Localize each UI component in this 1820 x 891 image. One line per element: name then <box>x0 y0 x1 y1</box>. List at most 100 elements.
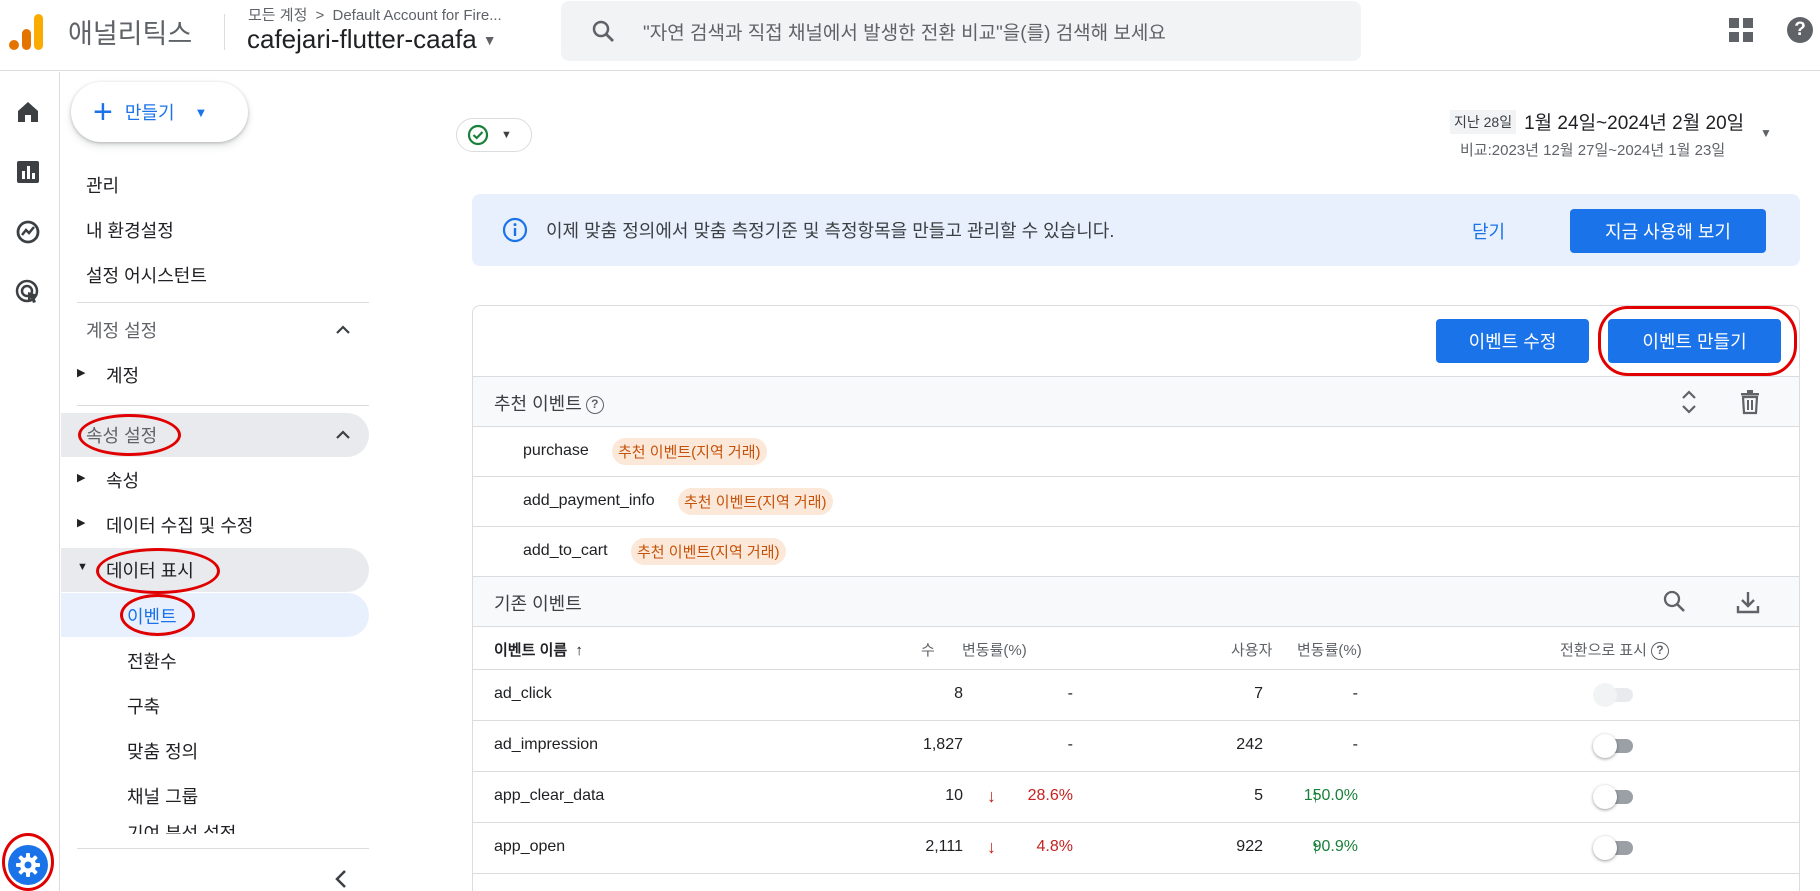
table-row[interactable]: app_clear_data 10 ↓ 28.6% 5 ↑ 150.0% <box>473 771 1799 822</box>
recommended-tag: 추천 이벤트(지역 거래) <box>678 488 833 515</box>
account-settings-label: 계정 설정 <box>86 321 158 341</box>
recommended-row[interactable]: add_payment_info 추천 이벤트(지역 거래) <box>473 476 1799 526</box>
nav-attribution-settings[interactable]: 기여 분석 설정 <box>127 820 236 834</box>
left-rail <box>0 72 60 891</box>
delete-icon[interactable] <box>1738 389 1762 415</box>
conversion-toggle[interactable] <box>1593 784 1633 810</box>
property-settings-section[interactable]: 속성 설정 <box>61 413 369 457</box>
breadcrumb[interactable]: 모든 계정 > Default Account for Fire... <box>248 4 502 25</box>
property-selector[interactable]: cafejari-flutter-caafa ▼ <box>247 24 497 55</box>
count-cell: 8 <box>954 685 963 702</box>
table-header-row: 이벤트 이름 ↑ 수 변동률(%) 사용자 변동률(%) 전환으로 표시? <box>473 626 1799 669</box>
banner-message: 이제 맞춤 정의에서 맞춤 측정기준 및 측정항목을 만들고 관리할 수 있습니… <box>546 221 1115 241</box>
nav-admin[interactable]: 관리 <box>86 172 119 198</box>
account-settings-section[interactable]: 계정 설정 <box>61 308 369 352</box>
recommended-event-name: add_to_cart <box>523 542 608 559</box>
collapse-chevron-icon[interactable] <box>331 867 351 891</box>
caret-down-icon: ▼ <box>77 561 88 573</box>
existing-events-header: 기존 이벤트 <box>473 576 1799 626</box>
event-name-cell[interactable]: app_clear_data <box>494 787 604 805</box>
home-icon[interactable] <box>14 98 42 126</box>
analytics-logo-icon[interactable] <box>8 12 44 52</box>
nav-audiences[interactable]: 구축 <box>127 693 160 719</box>
recommended-event-name: add_payment_info <box>523 492 655 509</box>
nav-conversions[interactable]: 전환수 <box>127 648 177 674</box>
nav-preferences[interactable]: 내 환경설정 <box>86 217 174 243</box>
date-range-text: 1월 24일~2024년 2월 20일 <box>1524 113 1745 134</box>
event-name-cell[interactable]: app_open <box>494 838 565 856</box>
nav-events[interactable]: 이벤트 <box>127 603 177 629</box>
help-icon[interactable]: ? <box>1650 642 1669 661</box>
event-name-cell[interactable]: ad_impression <box>494 736 598 754</box>
recommended-events-header: 추천 이벤트? <box>473 376 1799 426</box>
nav-data-display[interactable]: ▼ 데이터 표시 <box>61 557 369 587</box>
nav-account-label: 계정 <box>106 366 140 386</box>
column-count[interactable]: 수 <box>921 639 935 660</box>
reports-icon[interactable] <box>14 158 42 186</box>
apps-grid-icon[interactable] <box>1729 18 1753 42</box>
nav-property-label: 속성 <box>106 471 140 491</box>
recommended-event-name: purchase <box>523 442 589 459</box>
help-icon[interactable]: ? <box>1787 17 1813 43</box>
event-name-cell[interactable]: ad_click <box>494 685 552 703</box>
column-users[interactable]: 사용자 <box>1231 639 1272 660</box>
caret-right-icon: ▶ <box>77 517 86 529</box>
edit-event-button[interactable]: 이벤트 수정 <box>1436 319 1589 363</box>
date-range-picker[interactable]: 지난 28일 1월 24일~2024년 2월 20일 비교:2023년 12월 … <box>1450 108 1810 160</box>
try-now-button[interactable]: 지금 사용해 보기 <box>1570 209 1766 253</box>
chevron-up-icon <box>336 430 350 439</box>
data-status-chip[interactable]: ▼ <box>456 118 532 152</box>
nav-setup-assistant[interactable]: 설정 어시스턴트 <box>86 262 207 288</box>
gear-icon <box>16 853 40 877</box>
conversion-toggle[interactable] <box>1593 733 1633 759</box>
recommended-row[interactable]: purchase 추천 이벤트(지역 거래) <box>473 426 1799 476</box>
count-cell: 2,111 <box>925 838 963 855</box>
admin-nav-panel: + 만들기 ▼ 관리 내 환경설정 설정 어시스턴트 계정 설정 ▶ 계정 속성… <box>61 72 381 891</box>
advertising-icon[interactable] <box>14 278 42 306</box>
help-icon[interactable]: ? <box>585 396 604 415</box>
users-cell: 242 <box>1236 736 1263 753</box>
table-row[interactable]: ad_impression 1,827 - 242 - <box>473 720 1799 771</box>
explore-icon[interactable] <box>14 218 42 246</box>
nav-account[interactable]: ▶ 계정 <box>61 362 369 392</box>
column-users-change[interactable]: 변동률(%) <box>1297 639 1362 660</box>
admin-button[interactable] <box>8 845 48 885</box>
search-bar[interactable]: "자연 검색과 직접 채널에서 발생한 전환 비교"을(를) 검색해 보세요 <box>561 1 1361 61</box>
breadcrumb-account[interactable]: Default Account for Fire... <box>332 7 501 24</box>
download-icon[interactable] <box>1735 589 1761 615</box>
caret-down-icon[interactable]: ▼ <box>1760 126 1772 140</box>
users-cell: 7 <box>1254 685 1263 702</box>
nav-data-collection[interactable]: ▶ 데이터 수집 및 수정 <box>61 512 369 542</box>
column-count-change[interactable]: 변동률(%) <box>962 639 1027 660</box>
banner-close-button[interactable]: 닫기 <box>1472 218 1505 244</box>
events-row-bg <box>61 593 369 637</box>
count-change-cell: - <box>1067 685 1073 702</box>
table-row[interactable]: app_open 2,111 ↓ 4.8% 922 ↑ 90.9% <box>473 822 1799 873</box>
property-name[interactable]: cafejari-flutter-caafa <box>247 24 477 55</box>
table-row[interactable]: ad_click 8 - 7 - <box>473 669 1799 720</box>
nav-divider <box>77 302 369 303</box>
recommended-title-wrap: 추천 이벤트? <box>494 390 604 416</box>
nav-property[interactable]: ▶ 속성 <box>61 467 369 497</box>
create-button[interactable]: + 만들기 ▼ <box>71 82 248 142</box>
events-card: 이벤트 수정 이벤트 만들기 추천 이벤트? purchase 추천 이벤트(지… <box>472 305 1800 891</box>
conversion-toggle[interactable] <box>1593 835 1633 861</box>
users-cell: 922 <box>1236 838 1263 855</box>
nav-custom-definitions[interactable]: 맞춤 정의 <box>127 738 198 764</box>
search-input[interactable]: "자연 검색과 직접 채널에서 발생한 전환 비교"을(를) 검색해 보세요 <box>643 18 1166 45</box>
users-change-cell: 90.9% <box>1312 838 1358 855</box>
search-icon[interactable] <box>1662 589 1686 613</box>
nav-channel-groups[interactable]: 채널 그룹 <box>127 783 198 809</box>
caret-down-icon[interactable]: ▼ <box>483 32 497 48</box>
create-event-button[interactable]: 이벤트 만들기 <box>1608 319 1781 363</box>
chevron-up-icon <box>336 325 350 334</box>
expand-collapse-icon[interactable] <box>1679 388 1699 416</box>
recommended-row[interactable]: add_to_cart 추천 이벤트(지역 거래) <box>473 526 1799 576</box>
column-mark-conversion-label: 전환으로 표시 <box>1560 642 1647 659</box>
existing-title: 기존 이벤트 <box>494 594 582 614</box>
users-change-cell: - <box>1352 736 1358 753</box>
search-icon <box>592 20 614 42</box>
breadcrumb-root[interactable]: 모든 계정 <box>248 7 307 24</box>
column-event-name[interactable]: 이벤트 이름 ↑ <box>494 639 583 660</box>
count-change-cell: 4.8% <box>1036 838 1073 855</box>
